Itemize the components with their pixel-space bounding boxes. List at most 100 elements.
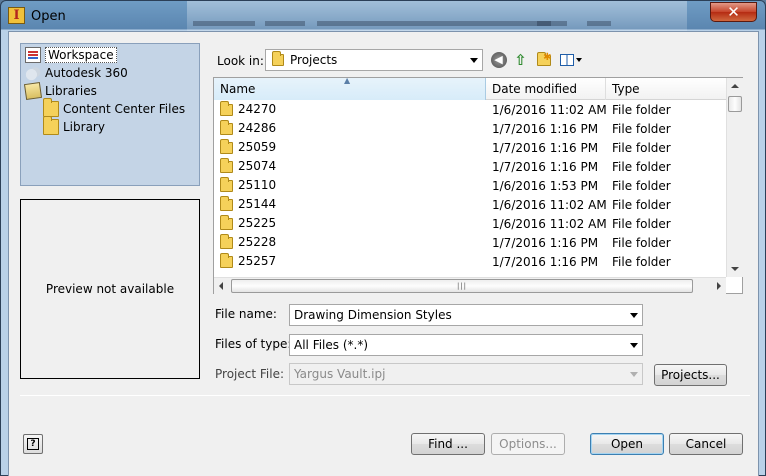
find-button[interactable]: Find ... xyxy=(411,433,485,455)
file-name-cell: 25059 xyxy=(220,139,276,154)
type-cell: File folder xyxy=(612,160,671,174)
up-folder-icon: ⇧ xyxy=(514,51,527,69)
nav-item-label: Libraries xyxy=(45,84,97,98)
places-panel: Workspace Autodesk 360 Libraries Content… xyxy=(20,43,200,186)
file-row[interactable]: 25225 1/6/2016 11:02 AM File folder xyxy=(214,214,726,233)
chevron-down-icon xyxy=(470,58,478,63)
folder-icon xyxy=(220,177,233,192)
file-name-combo[interactable]: Drawing Dimension Styles xyxy=(289,304,643,326)
column-label: Date modified xyxy=(492,82,578,96)
file-name-cell: 24286 xyxy=(220,120,277,135)
views-menu-button[interactable] xyxy=(558,51,584,69)
file-row[interactable]: 25110 1/6/2016 1:53 PM File folder xyxy=(214,176,726,195)
nav-item-label: Autodesk 360 xyxy=(45,66,128,80)
type-cell: File folder xyxy=(612,179,671,193)
file-name-text: 24286 xyxy=(238,121,277,135)
folder-icon xyxy=(43,98,59,117)
file-row[interactable]: 24286 1/7/2016 1:16 PM File folder xyxy=(214,119,726,138)
date-modified-cell: 1/6/2016 11:02 AM xyxy=(492,198,607,212)
project-file-value: Yargus Vault.ipj xyxy=(294,367,386,381)
preview-pane: Preview not available xyxy=(20,199,200,379)
file-name-cell: 25257 xyxy=(220,253,276,268)
column-header-date-modified[interactable]: Date modified xyxy=(486,78,606,100)
type-cell: File folder xyxy=(612,103,671,117)
file-list: ▲ Name Date modified Type 24270 1/6/2016 … xyxy=(213,76,743,294)
type-cell: File folder xyxy=(612,141,671,155)
date-modified-cell: 1/7/2016 1:16 PM xyxy=(492,160,599,174)
nav-item-label: Library xyxy=(63,120,105,134)
file-name-label: File name: xyxy=(215,307,277,321)
nav-item-library[interactable]: Library xyxy=(43,116,105,136)
scroll-up-icon[interactable] xyxy=(731,84,739,88)
projects-button[interactable]: Projects... xyxy=(654,364,727,386)
help-icon: ? xyxy=(27,438,39,450)
file-name-cell: 25074 xyxy=(220,158,277,173)
date-modified-cell: 1/6/2016 1:53 PM xyxy=(492,179,599,193)
look-in-dropdown[interactable]: Projects xyxy=(265,49,483,71)
file-name-cell: 24270 xyxy=(220,101,276,116)
scroll-thumb[interactable]: ||| xyxy=(231,279,693,293)
scroll-thumb[interactable] xyxy=(728,96,742,112)
column-header-name[interactable]: ▲ Name xyxy=(214,76,486,100)
dialog-body: Workspace Autodesk 360 Libraries Content… xyxy=(8,31,759,476)
help-button[interactable]: ? xyxy=(23,434,43,454)
blur-text xyxy=(587,21,611,26)
nav-item-workspace[interactable]: Workspace xyxy=(25,46,117,64)
back-button[interactable]: ◀ xyxy=(489,51,508,69)
workspace-icon xyxy=(25,47,41,63)
file-row[interactable]: 25144 1/6/2016 11:02 AM File folder xyxy=(214,195,726,214)
folder-icon xyxy=(220,158,233,173)
file-row[interactable]: 25059 1/7/2016 1:16 PM File folder xyxy=(214,138,726,157)
folder-icon xyxy=(220,120,233,135)
cloud-icon xyxy=(25,65,41,81)
blur-text xyxy=(537,21,551,26)
date-modified-cell: 1/6/2016 11:02 AM xyxy=(492,103,607,117)
up-one-level-button[interactable]: ⇧ xyxy=(511,51,530,69)
window-title: Open xyxy=(31,9,66,24)
files-of-type-value: All Files (*.*) xyxy=(294,338,369,352)
file-name-cell: 25144 xyxy=(220,196,276,211)
files-of-type-label: Files of type: xyxy=(215,337,292,351)
folder-icon xyxy=(43,116,59,135)
blur-text xyxy=(317,21,567,26)
folder-icon xyxy=(220,101,233,116)
file-name-text: 25074 xyxy=(238,159,277,173)
files-of-type-dropdown[interactable]: All Files (*.*) xyxy=(289,334,643,356)
open-button[interactable]: Open xyxy=(590,433,664,455)
column-label: Type xyxy=(612,82,640,96)
nav-item-autodesk-360[interactable]: Autodesk 360 xyxy=(25,64,128,82)
type-cell: File folder xyxy=(612,236,671,250)
scroll-down-icon[interactable] xyxy=(731,267,739,271)
look-in-label: Look in: xyxy=(217,54,264,68)
nav-item-content-center-files[interactable]: Content Center Files xyxy=(43,98,185,118)
column-label: Name xyxy=(220,82,256,96)
options-button[interactable]: Options... xyxy=(491,433,565,455)
type-cell: File folder xyxy=(612,122,671,136)
nav-item-libraries[interactable]: Libraries xyxy=(23,81,97,101)
file-row[interactable]: 25228 1/7/2016 1:16 PM File folder xyxy=(214,233,726,252)
file-name-value: Drawing Dimension Styles xyxy=(294,308,452,322)
horizontal-scrollbar[interactable]: ||| xyxy=(214,277,726,294)
sort-ascending-icon: ▲ xyxy=(344,76,351,85)
preview-text: Preview not available xyxy=(45,282,175,296)
file-row[interactable]: 25074 1/7/2016 1:16 PM File folder xyxy=(214,157,726,176)
project-file-label: Project File: xyxy=(215,367,284,381)
scroll-right-icon[interactable] xyxy=(717,282,721,290)
scroll-left-icon[interactable] xyxy=(219,282,223,290)
cancel-button[interactable]: Cancel xyxy=(669,433,743,455)
vertical-scrollbar[interactable] xyxy=(726,78,743,277)
type-cell: File folder xyxy=(612,198,671,212)
new-folder-icon: ✱ xyxy=(536,51,552,66)
file-list-header: ▲ Name Date modified Type xyxy=(214,76,726,100)
close-button[interactable]: ✕ xyxy=(710,2,757,22)
new-folder-button[interactable]: ✱ xyxy=(534,51,553,69)
chevron-down-icon xyxy=(576,58,582,62)
date-modified-cell: 1/6/2016 11:02 AM xyxy=(492,217,607,231)
file-name-cell: 25225 xyxy=(220,215,276,230)
separator xyxy=(20,395,750,396)
column-header-type[interactable]: Type xyxy=(606,78,726,100)
library-icon xyxy=(23,81,43,101)
file-row[interactable]: 24270 1/6/2016 11:02 AM File folder xyxy=(214,100,726,119)
file-row[interactable]: 25257 1/7/2016 1:16 PM File folder xyxy=(214,252,726,271)
title-bar[interactable]: I Open ✕ xyxy=(1,1,765,31)
